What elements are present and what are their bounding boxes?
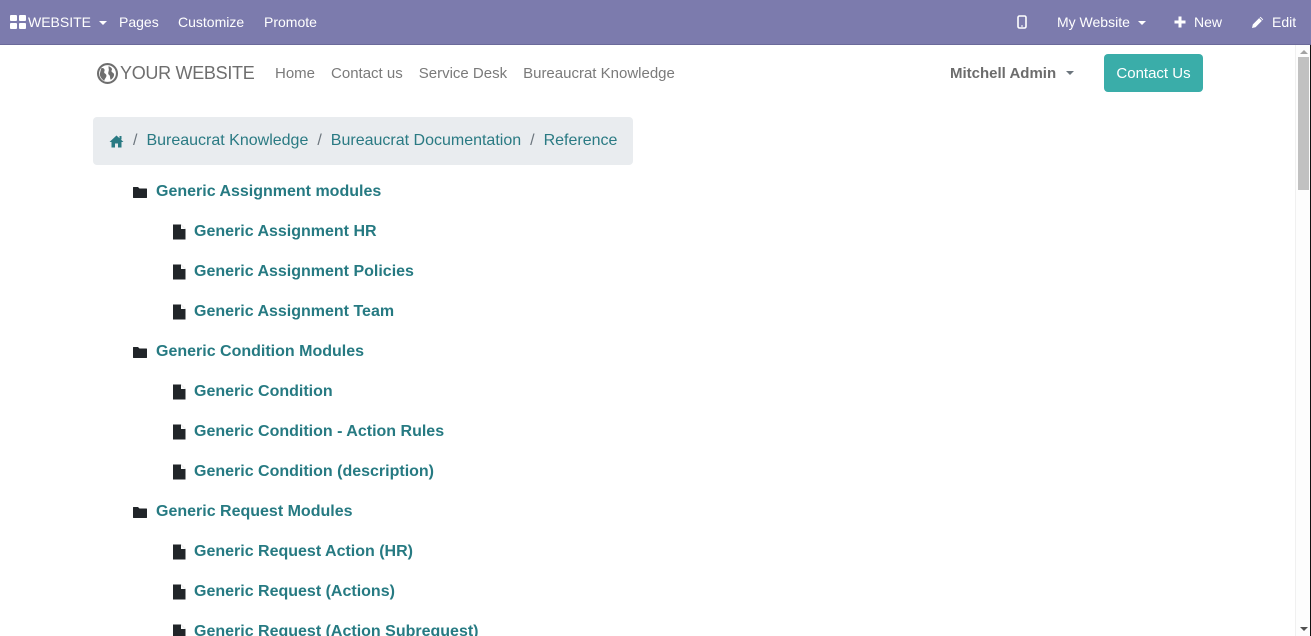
document-label: Generic Assignment HR [194,223,377,240]
website-app-menu-label: WEBSITE [28,14,92,30]
document-item[interactable]: Generic Condition [172,381,333,403]
document-label: Generic Request (Actions) [194,583,395,600]
breadcrumb: / Bureaucrat Knowledge / Bureaucrat Docu… [93,117,633,165]
nav-service-desk[interactable]: Service Desk [419,65,507,82]
new-button[interactable]: New [1174,0,1222,44]
home-icon [109,135,124,147]
website-app-menu[interactable]: WEBSITE [10,0,108,44]
file-icon [172,384,186,400]
file-icon [172,424,186,440]
document-item[interactable]: Generic Condition (description) [172,461,434,483]
document-label: Generic Condition - Action Rules [194,423,445,440]
website-switcher-label: My Website [1057,14,1130,30]
scrollbar-thumb[interactable] [1298,57,1309,190]
user-menu[interactable]: Mitchell Admin [950,62,1075,84]
document-item[interactable]: Generic Request Action (HR) [172,541,413,563]
file-icon [172,544,186,560]
plus-icon [1174,16,1186,28]
site-logo-text: YOUR WEBSITE [120,62,255,83]
breadcrumb-separator: / [133,132,138,149]
document-label: Generic Request Action (HR) [194,543,413,560]
file-icon [172,264,186,280]
folder-icon [132,186,148,199]
document-item[interactable]: Generic Condition - Action Rules [172,421,444,443]
breadcrumb-home[interactable] [109,135,124,148]
main-nav: Home Contact us Service Desk Bureaucrat … [275,62,691,84]
admin-top-bar: WEBSITE Pages Customize Promote My Websi… [0,0,1311,45]
document-item[interactable]: Generic Request (Action Subrequest) [172,621,479,636]
breadcrumb-separator: / [317,132,322,149]
edit-button-label: Edit [1272,14,1297,30]
folder-item[interactable]: Generic Condition Modules [132,341,364,363]
file-icon [172,224,186,240]
breadcrumb-reference[interactable]: Reference [544,132,618,150]
scroll-up-arrow-icon[interactable] [1300,50,1308,54]
breadcrumb-bureaucrat-knowledge[interactable]: Bureaucrat Knowledge [146,132,308,150]
document-item[interactable]: Generic Assignment HR [172,221,377,243]
caret-down-icon [1066,71,1075,75]
folder-icon [132,346,148,359]
contact-us-button[interactable]: Contact Us [1104,54,1203,92]
document-item[interactable]: Generic Assignment Team [172,301,394,323]
scroll-down-arrow-icon[interactable] [1300,627,1308,631]
mobile-preview-button[interactable] [1017,0,1027,44]
document-item[interactable]: Generic Assignment Policies [172,261,414,283]
breadcrumb-separator: / [530,132,535,149]
admin-menu-promote[interactable]: Promote [264,0,317,44]
document-item[interactable]: Generic Request (Actions) [172,581,395,603]
document-label: Generic Request (Action Subrequest) [194,623,479,636]
folder-icon [132,506,148,519]
caret-down-icon [99,20,108,25]
vertical-scrollbar[interactable] [1295,45,1311,636]
document-label: Generic Condition (description) [194,463,435,480]
website-switcher[interactable]: My Website [1057,0,1146,44]
mobile-icon [1017,15,1027,29]
folder-label: Generic Assignment modules [156,183,382,200]
new-button-label: New [1194,14,1223,30]
globe-icon [97,62,118,84]
admin-menu-pages[interactable]: Pages [119,0,159,44]
document-label: Generic Assignment Policies [194,263,414,280]
site-logo[interactable]: YOUR WEBSITE [97,62,255,84]
edit-button[interactable]: Edit [1251,0,1296,44]
folder-label: Generic Condition Modules [156,343,365,360]
breadcrumb-bureaucrat-documentation[interactable]: Bureaucrat Documentation [331,132,521,150]
folder-label: Generic Request Modules [156,503,353,520]
file-icon [172,584,186,600]
caret-down-icon [1137,20,1146,25]
file-icon [172,464,186,480]
file-icon [172,304,186,320]
admin-menu-customize[interactable]: Customize [178,0,244,44]
file-icon [172,624,186,636]
nav-bureaucrat-knowledge[interactable]: Bureaucrat Knowledge [523,65,675,82]
nav-home[interactable]: Home [275,65,315,82]
pencil-icon [1252,16,1264,28]
document-label: Generic Assignment Team [194,303,395,320]
folder-item[interactable]: Generic Assignment modules [132,181,381,203]
apps-icon [10,15,26,29]
document-label: Generic Condition [194,383,333,400]
user-name: Mitchell Admin [950,64,1057,82]
nav-contact-us[interactable]: Contact us [331,65,403,82]
folder-item[interactable]: Generic Request Modules [132,501,353,523]
